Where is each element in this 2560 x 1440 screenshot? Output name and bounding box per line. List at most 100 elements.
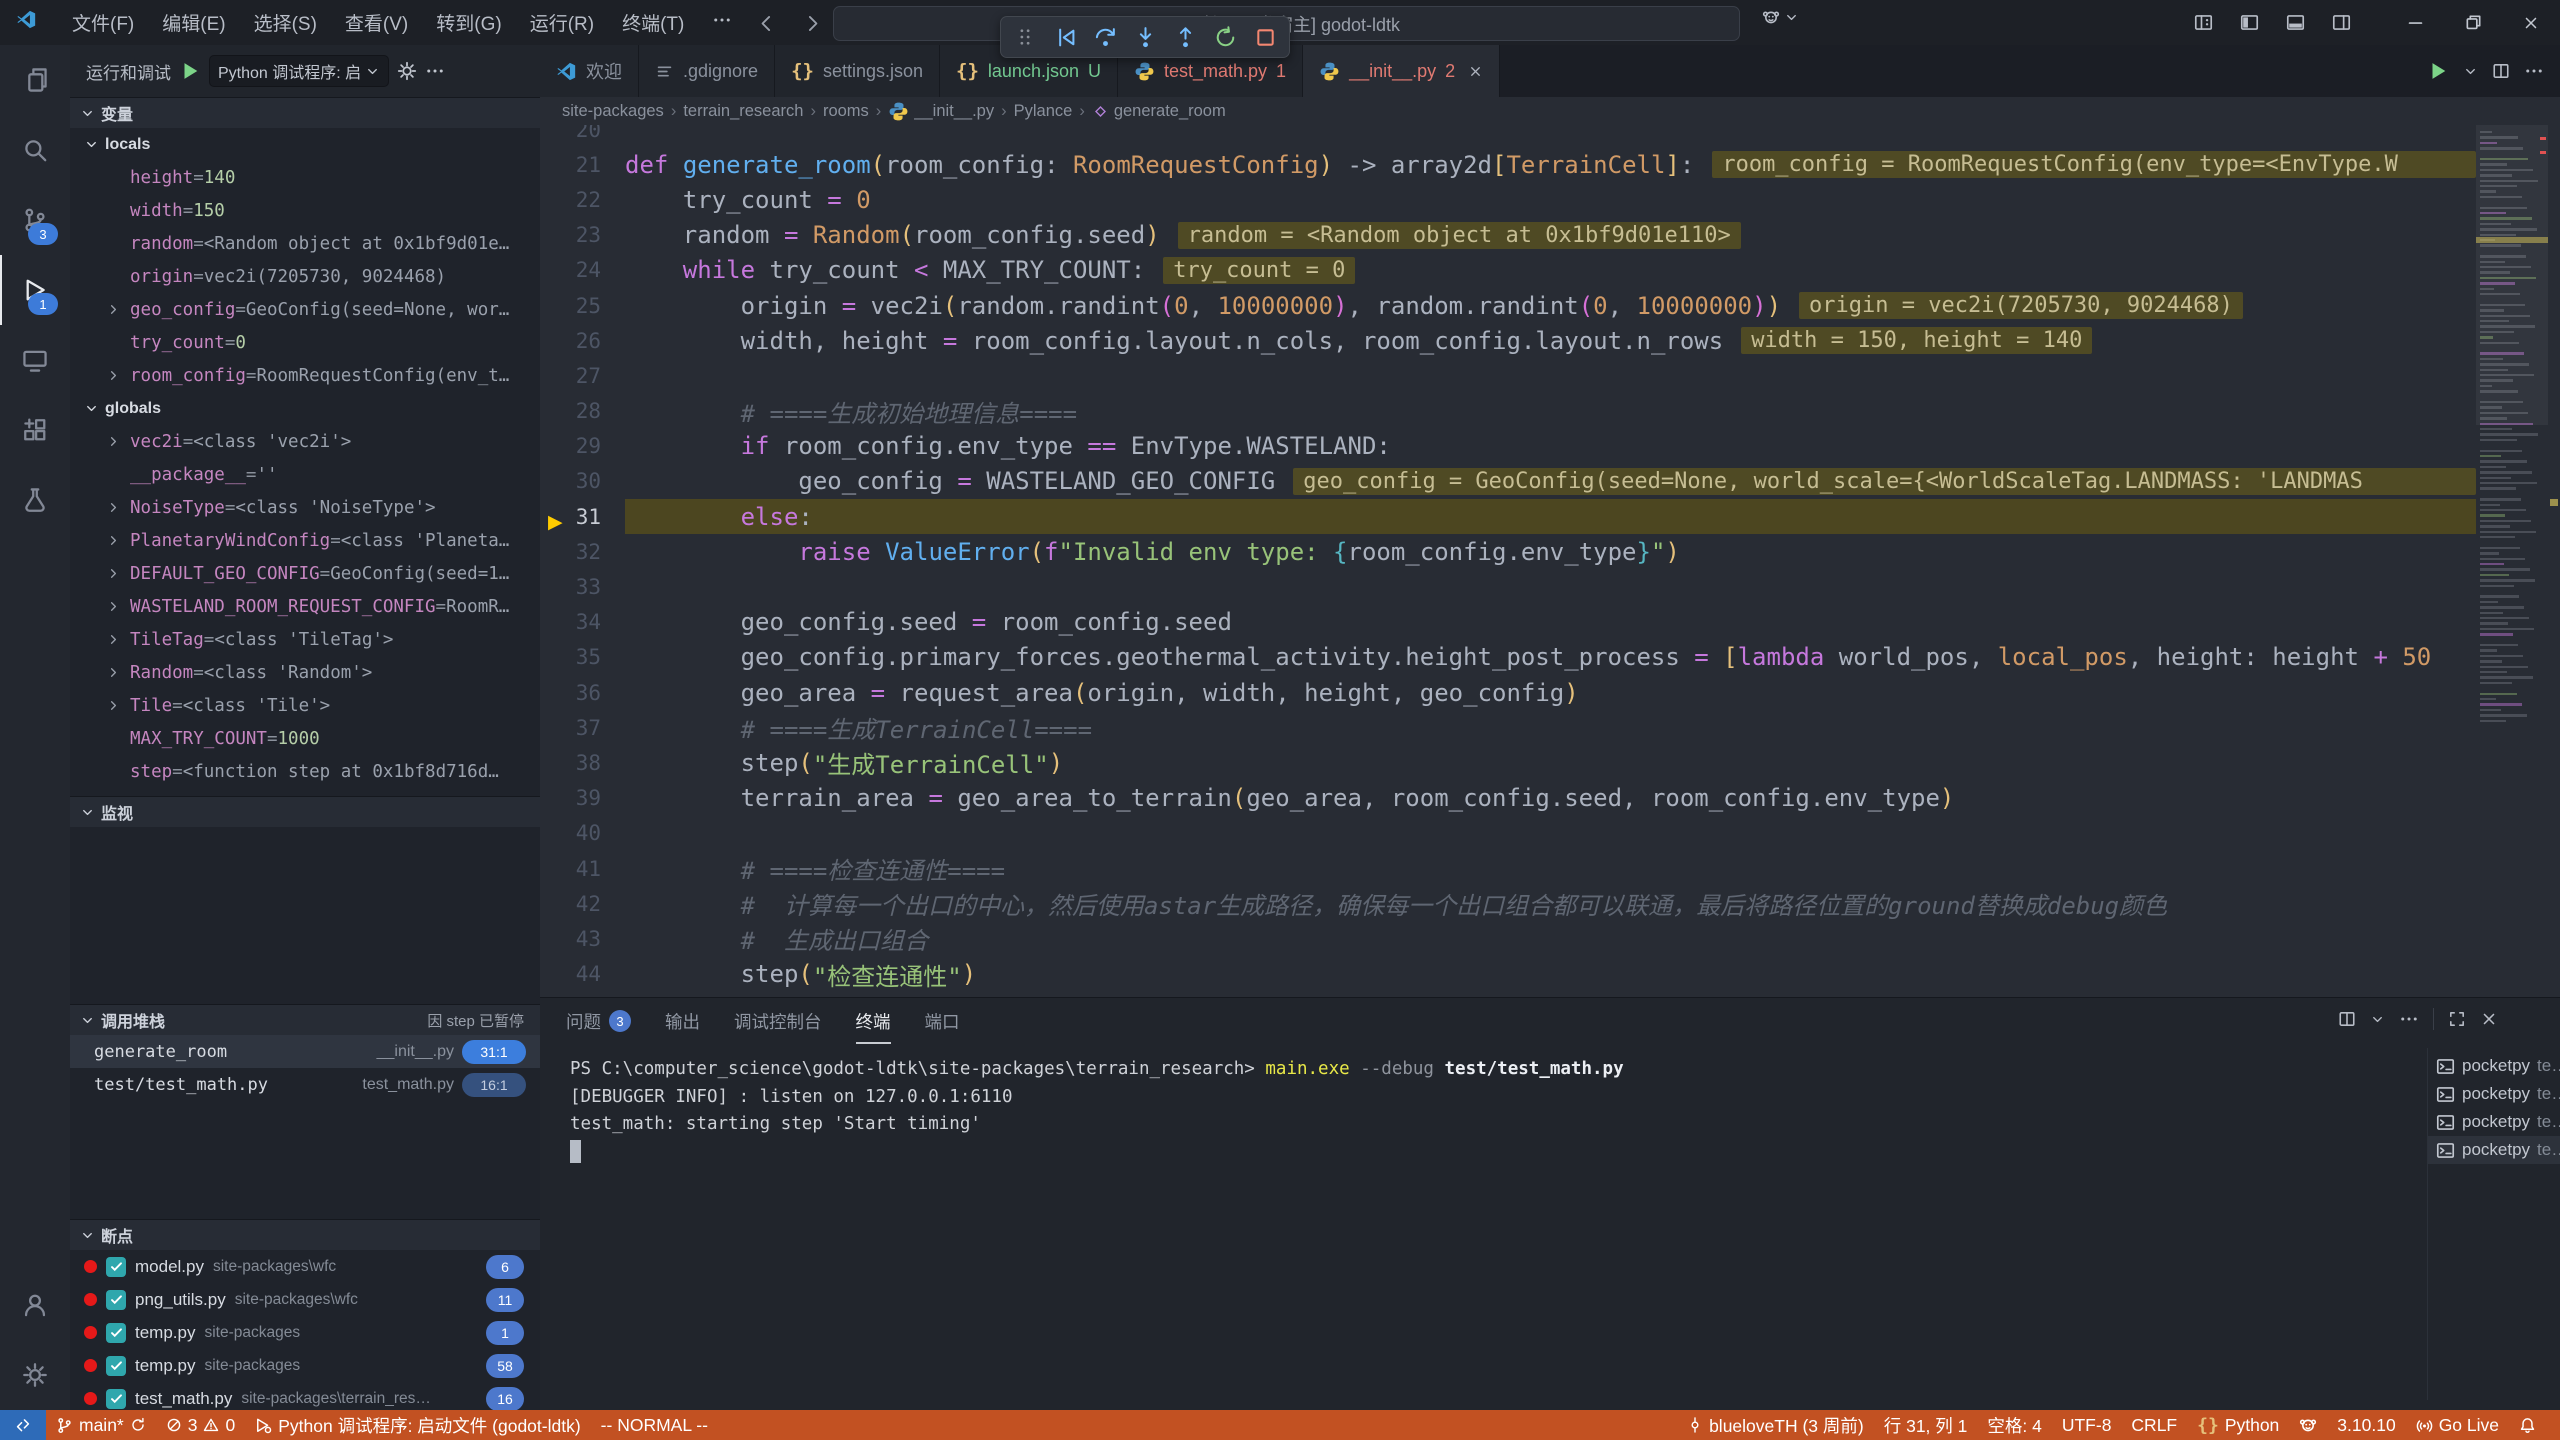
gutter[interactable]: 32 [540,540,625,564]
gutter[interactable]: 29 [540,434,625,458]
variable-row[interactable]: height = 140 [70,161,540,194]
debug-settings-gear-icon[interactable] [397,61,417,81]
toggle-sidebar-button[interactable] [2231,6,2267,40]
breadcrumb-item[interactable]: terrain_research [683,102,803,121]
debug-step-into-button[interactable] [1127,21,1163,53]
gutter[interactable]: 43 [540,927,625,951]
code-line[interactable]: 23 random = Random(room_config.seed)rand… [540,218,2476,253]
activity-accounts[interactable] [0,1270,70,1340]
code-line[interactable]: 39 terrain_area = geo_area_to_terrain(ge… [540,781,2476,816]
panel-maximize-button[interactable] [2448,1010,2466,1028]
menu-item[interactable]: 文件(F) [58,4,148,41]
menu-item[interactable]: 查看(V) [331,4,422,41]
activity-remote-explorer[interactable] [0,325,70,395]
variable-row[interactable]: random = <Random object at 0x1bf9d01e… [70,227,540,260]
panel-more-button[interactable] [2399,1009,2419,1029]
debug-stop-button[interactable] [1247,21,1283,53]
history-back-button[interactable] [748,6,784,40]
variable-row[interactable]: DEFAULT_GEO_CONFIG = GeoConfig(seed=1… [70,557,540,590]
code-line[interactable]: 37 # ====生成TerrainCell==== [540,710,2476,745]
status-debug-status[interactable]: Python 调试程序: 启动文件 (godot-ldtk) [245,1410,590,1440]
gutter[interactable]: 21 [540,153,625,177]
breakpoint-checkbox[interactable] [106,1257,126,1277]
menu-item[interactable]: 编辑(E) [148,4,239,41]
variable-row[interactable]: step = <function step at 0x1bf8d716d… [70,755,540,788]
status-eol[interactable]: CRLF [2121,1410,2187,1440]
code-line[interactable]: 26 width, height = room_config.layout.n_… [540,323,2476,358]
variable-row[interactable]: try_count = 0 [70,326,540,359]
code-line[interactable]: 34 geo_config.seed = room_config.seed [540,605,2476,640]
toggle-secondary-sidebar-button[interactable] [2323,6,2359,40]
menu-item[interactable]: 选择(S) [240,4,331,41]
breakpoint-row[interactable]: temp.pysite-packages58 [70,1349,540,1382]
gutter[interactable]: 37 [540,716,625,740]
gutter[interactable]: 44 [540,962,625,986]
debug-step-out-button[interactable] [1167,21,1203,53]
code-line[interactable]: 32 raise ValueError(f"Invalid env type: … [540,534,2476,569]
gutter[interactable]: 30 [540,469,625,493]
activity-extensions[interactable] [0,395,70,465]
code-line[interactable]: 27 [540,358,2476,393]
variable-row[interactable]: TileTag = <class 'TileTag'> [70,623,540,656]
gutter[interactable]: 22 [540,188,625,212]
tab-gdignore[interactable]: .gdignore [639,45,775,97]
status-remote-indicator[interactable] [0,1410,46,1440]
status-notifications[interactable] [2509,1410,2546,1440]
breakpoint-checkbox[interactable] [106,1389,126,1409]
code-line[interactable]: 38 step("生成TerrainCell") [540,745,2476,780]
scope-globals[interactable]: globals [70,392,540,425]
breadcrumb-item[interactable]: site-packages [562,102,664,121]
code-line[interactable]: 22 try_count = 0 [540,182,2476,217]
breadcrumb-item[interactable]: rooms [823,102,869,121]
start-debug-button[interactable] [179,60,201,82]
window-restore-button[interactable] [2444,0,2502,45]
variable-row[interactable]: WASTELAND_ROOM_REQUEST_CONFIG = RoomR… [70,590,540,623]
activity-run-debug[interactable]: 1 [0,255,70,325]
terminal-list-item[interactable]: pocketpyte… [2428,1136,2560,1164]
breakpoint-checkbox[interactable] [106,1290,126,1310]
status-indentation[interactable]: 空格: 4 [1977,1410,2051,1440]
status-go-live[interactable]: Go Live [2406,1410,2509,1440]
activity-explorer[interactable] [0,45,70,115]
status-git-branch[interactable]: main* [46,1410,156,1440]
gutter[interactable]: 23 [540,223,625,247]
menu-item[interactable]: 运行(R) [516,4,608,41]
status-cursor-position[interactable]: 行 31, 列 1 [1874,1410,1978,1440]
terminal-split-button[interactable] [2338,1010,2356,1028]
toggle-panel-button[interactable] [2277,6,2313,40]
terminal-list-item[interactable]: pocketpyte… [2428,1108,2560,1136]
status-problems-summary[interactable]: 30 [156,1410,245,1440]
close-icon[interactable] [1468,64,1483,79]
variable-row[interactable]: room_config = RoomRequestConfig(env_t… [70,359,540,392]
breadcrumb-item[interactable]: Pylance [1014,102,1073,121]
tab-init-py[interactable]: __init__.py2 [1303,45,1500,97]
breakpoint-row[interactable]: temp.pysite-packages1 [70,1316,540,1349]
code-line[interactable]: 40 [540,816,2476,851]
code-line[interactable]: 29 if room_config.env_type == EnvType.WA… [540,429,2476,464]
section-header-监视[interactable]: 监视 [70,796,540,827]
status-vim-mode[interactable]: -- NORMAL -- [591,1410,718,1440]
status-language-mode[interactable]: {}Python [2187,1410,2289,1440]
debug-config-dropdown[interactable]: Python 调试程序: 启 [209,55,389,87]
split-editor-button[interactable] [2492,62,2510,80]
gutter[interactable]: 20 [540,125,625,142]
menu-item[interactable]: 转到(G) [422,4,515,41]
breakpoint-row[interactable]: png_utils.pysite-packages\wfc11 [70,1283,540,1316]
menu-item[interactable]: 终端(T) [608,4,698,41]
gutter[interactable]: 33 [540,575,625,599]
gutter[interactable]: 39 [540,786,625,810]
callstack-frame[interactable]: test/test_math.pytest_math.py16:1 [70,1068,540,1101]
activity-testing[interactable] [0,465,70,535]
sidebar-more-icon[interactable] [425,61,445,81]
code-line[interactable]: 30 geo_config = WASTELAND_GEO_CONFIGgeo_… [540,464,2476,499]
variable-row[interactable]: __package__ = '' [70,458,540,491]
panel-tab-ports[interactable]: 端口 [925,998,960,1044]
breadcrumb-item[interactable]: generate_room [1092,102,1226,121]
status-encoding[interactable]: UTF-8 [2052,1410,2122,1440]
gutter[interactable]: 26 [540,329,625,353]
editor[interactable]: 2021def generate_room(room_config: RoomR… [540,125,2560,998]
customize-layout-button[interactable] [2185,6,2221,40]
terminal-list-item[interactable]: pocketpyte… [2428,1080,2560,1108]
breakpoint-row[interactable]: test_math.pysite-packages\terrain_res…16 [70,1382,540,1410]
gutter[interactable]: ▶31 [540,505,625,529]
